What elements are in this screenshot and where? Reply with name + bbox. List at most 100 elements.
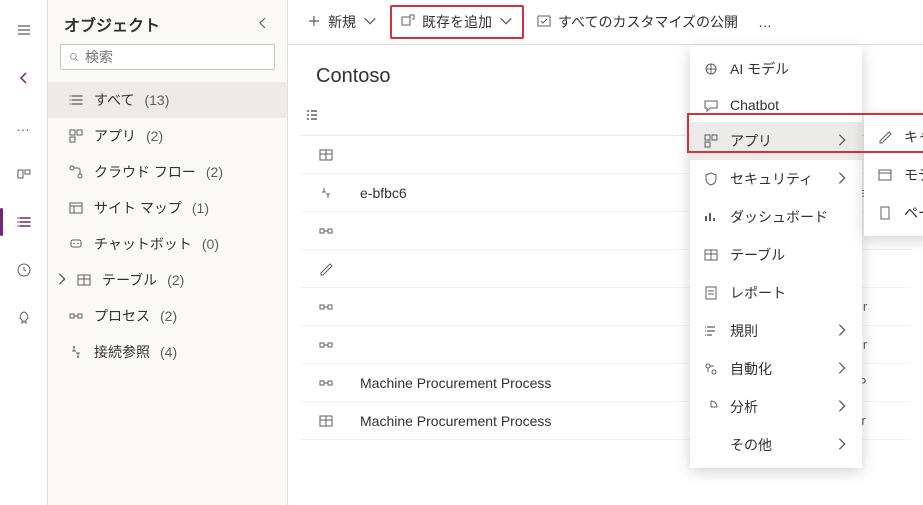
new-label: 新規 <box>328 12 356 32</box>
rail-objects[interactable] <box>4 202 44 242</box>
report-icon <box>702 285 720 301</box>
publish-button[interactable]: すべてのカスタマイズの公開 <box>528 7 746 37</box>
chat-icon <box>702 97 720 113</box>
chevron-down-icon <box>498 13 514 32</box>
toolbar: 新規 既存を追加 すべてのカスタマイズの公開 … <box>288 0 923 45</box>
history-icon <box>16 262 32 278</box>
submenu-model-app[interactable]: モデル駆動型アプリ <box>864 156 923 194</box>
tree-item-chatbot[interactable]: チャットボット (0) <box>48 226 287 262</box>
chevron-down-icon <box>362 13 378 32</box>
menu-analysis[interactable]: 分析 <box>690 388 862 426</box>
table-icon <box>76 272 92 288</box>
tree-item-apps[interactable]: アプリ (2) <box>48 118 287 154</box>
submenu-page[interactable]: ページ <box>864 194 923 232</box>
tree-item-count: (1) <box>192 200 209 216</box>
menu-automation[interactable]: 自動化 <box>690 350 862 388</box>
sitemap-icon <box>68 200 84 216</box>
page-icon <box>876 205 894 221</box>
add-existing-button[interactable]: 既存を追加 <box>390 5 524 39</box>
rail-rocket[interactable] <box>4 298 44 338</box>
tree-item-count: (13) <box>144 92 169 108</box>
add-existing-icon <box>400 13 416 32</box>
tree-item-label: 接続参照 <box>94 342 150 362</box>
tree-item-label: クラウド フロー <box>94 162 196 182</box>
menu-table[interactable]: テーブル <box>690 236 862 274</box>
search-icon <box>69 49 79 65</box>
publish-icon <box>536 13 552 32</box>
tree-item-label: サイト マップ <box>94 198 182 218</box>
canvas-icon <box>318 261 334 277</box>
submenu-canvas-app[interactable]: キャンバス アプリ <box>864 118 923 156</box>
list-icon <box>16 214 32 230</box>
ai-icon <box>702 61 720 77</box>
back-arrow-icon <box>16 70 32 86</box>
menu-dashboard[interactable]: ダッシュボード <box>690 198 862 236</box>
chatbot-icon <box>68 236 84 252</box>
menu-rules[interactable]: 規則 <box>690 312 862 350</box>
toolbar-more-button[interactable]: … <box>750 9 780 35</box>
main-area: 新規 既存を追加 すべてのカスタマイズの公開 … Contoso <box>288 0 923 505</box>
process-icon <box>318 375 334 391</box>
process-icon <box>68 308 84 324</box>
apps-icon <box>68 128 84 144</box>
rail-more[interactable]: … <box>4 106 44 146</box>
menu-other[interactable]: その他 <box>690 426 862 464</box>
chevron-right-icon <box>834 322 850 341</box>
add-existing-label: 既存を追加 <box>422 12 492 32</box>
automation-icon <box>702 361 720 377</box>
new-button[interactable]: 新規 <box>298 7 386 37</box>
chevron-right-icon <box>834 132 850 151</box>
rocket-icon <box>16 310 32 326</box>
tree-item-count: (2) <box>146 128 163 144</box>
shield-icon <box>702 171 720 187</box>
analysis-icon <box>702 399 720 415</box>
menu-report[interactable]: レポート <box>690 274 862 312</box>
list-icon <box>68 92 84 108</box>
header-type-icon[interactable] <box>304 107 336 126</box>
chevron-right-icon <box>54 271 66 290</box>
chevron-right-icon <box>834 170 850 189</box>
tree-item-label: チャットボット <box>94 234 192 254</box>
table-icon <box>318 147 334 163</box>
tree-item-count: (2) <box>160 308 177 324</box>
rail-hamburger[interactable] <box>4 10 44 50</box>
tree-item-all[interactable]: すべて (13) <box>48 82 287 118</box>
more-icon: … <box>758 14 772 30</box>
tree-item-label: プロセス <box>94 306 150 326</box>
flow-icon <box>68 164 84 180</box>
tree-item-process[interactable]: プロセス (2) <box>48 298 287 334</box>
connection-icon <box>318 185 334 201</box>
menu-chatbot[interactable]: Chatbot <box>690 88 862 122</box>
sidebar-title: オブジェクト <box>64 12 160 36</box>
tree-item-label: アプリ <box>94 126 136 146</box>
tree-item-label: テーブル <box>102 270 157 290</box>
tree-item-sitemap[interactable]: サイト マップ (1) <box>48 190 287 226</box>
tree-item-count: (2) <box>167 272 184 288</box>
menu-security[interactable]: セキュリティ <box>690 160 862 198</box>
rail-back[interactable] <box>4 58 44 98</box>
tree-item-count: (2) <box>206 164 223 180</box>
model-app-icon <box>876 167 894 183</box>
list-view-icon <box>304 107 320 123</box>
object-tree: すべて (13) アプリ (2) クラウド フロー (2) サイト マップ (1… <box>48 82 287 505</box>
dashboard-icon <box>702 209 720 225</box>
chevron-right-icon <box>834 398 850 417</box>
tree-item-tables[interactable]: テーブル (2) <box>48 262 287 298</box>
search-input-container[interactable] <box>60 44 275 70</box>
chevron-left-icon <box>255 15 271 31</box>
sidebar-collapse-button[interactable] <box>255 15 271 34</box>
rail-history[interactable] <box>4 250 44 290</box>
search-input[interactable] <box>85 49 266 65</box>
diagram-icon <box>16 166 32 182</box>
connection-icon <box>68 344 84 360</box>
publish-label: すべてのカスタマイズの公開 <box>558 12 738 32</box>
rules-icon <box>702 323 720 339</box>
menu-apps[interactable]: アプリ <box>690 122 862 160</box>
sidebar: オブジェクト すべて (13) アプリ (2) <box>48 0 288 505</box>
menu-ai-model[interactable]: AI モデル <box>690 50 862 88</box>
tree-item-flows[interactable]: クラウド フロー (2) <box>48 154 287 190</box>
tree-item-label: すべて <box>94 90 134 110</box>
tree-item-connref[interactable]: 接続参照 (4) <box>48 334 287 370</box>
rail-diagram[interactable] <box>4 154 44 194</box>
table-icon <box>702 247 720 263</box>
